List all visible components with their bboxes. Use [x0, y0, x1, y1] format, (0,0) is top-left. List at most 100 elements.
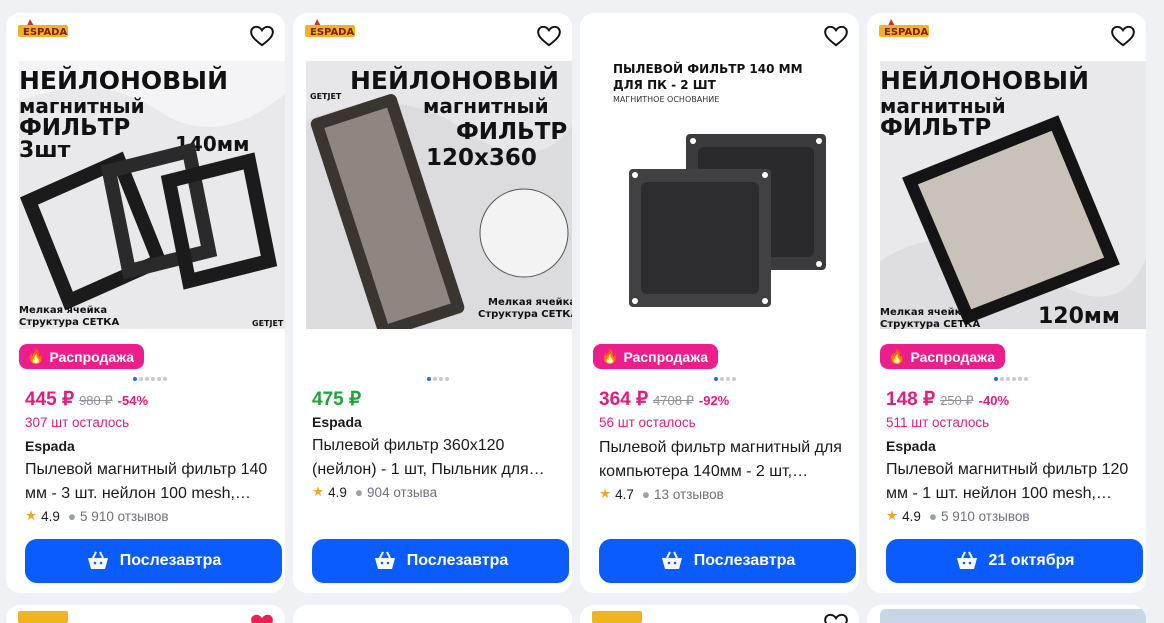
image-pager-dots[interactable] — [427, 377, 449, 381]
photo-line3: ФИЛЬТР — [456, 119, 567, 145]
product-card-next[interactable] — [580, 605, 859, 623]
add-to-cart-button[interactable]: Послезавтра — [312, 539, 569, 583]
basket-icon — [661, 551, 682, 569]
stock-left: 307 шт осталось — [25, 415, 130, 430]
favorite-heart-icon[interactable] — [536, 23, 562, 49]
favorite-heart-icon[interactable] — [1110, 23, 1136, 49]
product-image[interactable]: ПЫЛЕВОЙ ФИЛЬТР 140 ММ ДЛЯ ПК - 2 ШТ МАГН… — [593, 61, 859, 329]
photo-line1: НЕЙЛОНОВЫЙ — [19, 66, 228, 95]
rating: ★ 4.9 ● 5 910 отзывов — [25, 508, 169, 524]
reviews-count[interactable]: 5 910 отзывов — [80, 509, 169, 524]
photo-note2: Структура СЕТКА — [478, 309, 572, 320]
brand[interactable]: Espada — [312, 414, 362, 430]
photo-size: 120x360 — [426, 145, 537, 171]
espada-logo — [592, 611, 642, 623]
star-icon: ★ — [25, 508, 38, 523]
product-card[interactable]: ESPADA НЕЙЛОНОВЫЙ магнитный ФИЛЬТР 3шт 1… — [6, 13, 285, 593]
product-card[interactable]: ESPADA НЕЙЛОНОВЫЙ магнитный ФИЛЬТР 120x3… — [293, 13, 572, 593]
svg-text:ESPADA: ESPADA — [23, 27, 67, 38]
product-title[interactable]: Пылевой магнитный фильтр 140 мм - 3 шт. … — [25, 458, 280, 506]
reviews-count[interactable]: 904 отзыва — [367, 485, 437, 500]
photo-note2: Структура СЕТКА — [19, 317, 119, 328]
product-title[interactable]: Пылевой фильтр магнитный для компьютера … — [599, 436, 854, 484]
add-to-cart-button[interactable]: 21 октября — [886, 539, 1143, 583]
price-row: 148 ₽ 250 ₽ -40% — [886, 388, 1009, 411]
rating-value: 4.9 — [41, 508, 60, 524]
old-price: 4708 ₽ — [653, 393, 694, 408]
rating: ★ 4.7 ● 13 отзывов — [599, 486, 724, 502]
image-pager-dots[interactable] — [994, 377, 1028, 381]
product-grid: ESPADA НЕЙЛОНОВЫЙ магнитный ФИЛЬТР 3шт 1… — [0, 0, 1164, 623]
favorite-heart-icon[interactable] — [823, 611, 849, 623]
comment-icon: ● — [641, 486, 651, 502]
basket-icon — [956, 551, 977, 569]
product-title[interactable]: Пылевой фильтр 360x120 (нейлон) - 1 шт, … — [312, 434, 567, 482]
photo-note1: Мелкая ячейка — [488, 297, 572, 308]
product-card-next[interactable] — [867, 605, 1146, 623]
brand[interactable]: Espada — [25, 438, 75, 454]
delivery-date: Послезавтра — [406, 552, 509, 569]
photo-line3: МАГНИТНОЕ ОСНОВАНИЕ — [613, 95, 719, 104]
product-card[interactable]: ПЫЛЕВОЙ ФИЛЬТР 140 ММ ДЛЯ ПК - 2 ШТ МАГН… — [580, 13, 859, 593]
reviews-count[interactable]: 13 отзывов — [654, 487, 724, 502]
svg-text:ESPADA: ESPADA — [884, 27, 928, 38]
product-image[interactable]: НЕЙЛОНОВЫЙ магнитный ФИЛЬТР 3шт 140мм Ме… — [19, 61, 285, 329]
rating-value: 4.9 — [902, 508, 921, 524]
basket-icon — [87, 551, 108, 569]
product-image[interactable]: НЕЙЛОНОВЫЙ магнитный ФИЛЬТР Мелкая ячейк… — [880, 61, 1146, 329]
delivery-date: Послезавтра — [693, 552, 796, 569]
photo-line4: 3шт — [19, 138, 71, 163]
star-icon: ★ — [886, 508, 899, 523]
product-image[interactable] — [880, 609, 1146, 623]
image-pager-dots[interactable] — [714, 377, 736, 381]
espada-logo: ESPADA — [305, 19, 355, 38]
rating-value: 4.7 — [615, 486, 634, 502]
fire-icon: 🔥 — [888, 348, 906, 364]
discount: -92% — [698, 393, 730, 408]
photo-line2: магнитный — [423, 94, 549, 118]
basket-icon — [374, 551, 395, 569]
price: 475 ₽ — [312, 389, 362, 410]
product-card-next[interactable] — [6, 605, 285, 623]
favorite-heart-icon[interactable] — [249, 23, 275, 49]
rating: ★ 4.9 ● 904 отзыва — [312, 484, 437, 500]
photo-maker: GETJET — [252, 319, 284, 328]
price: 148 ₽ — [886, 389, 936, 410]
stock-left: 56 шт осталось — [599, 415, 696, 430]
image-pager-dots[interactable] — [133, 377, 167, 381]
add-to-cart-button[interactable]: Послезавтра — [25, 539, 282, 583]
product-card[interactable]: ESPADA НЕЙЛОНОВЫЙ магнитный ФИЛЬТР Мелка… — [867, 13, 1146, 593]
star-icon: ★ — [599, 486, 612, 501]
sale-badge: 🔥 Распродажа — [19, 344, 145, 369]
product-image[interactable]: НЕЙЛОНОВЫЙ магнитный ФИЛЬТР 120x360 Мелк… — [306, 61, 572, 329]
rating: ★ 4.9 ● 5 910 отзывов — [886, 508, 1030, 524]
photo-size: 120мм — [1038, 304, 1120, 329]
product-card-next[interactable] — [293, 605, 572, 623]
delivery-date: 21 октября — [988, 552, 1075, 569]
favorite-heart-icon[interactable] — [823, 23, 849, 49]
photo-line1: НЕЙЛОНОВЫЙ — [880, 66, 1089, 95]
sale-label: Распродажа — [623, 348, 709, 365]
photo-line1: НЕЙЛОНОВЫЙ — [350, 66, 559, 95]
sale-badge: 🔥 Распродажа — [593, 344, 719, 369]
price: 364 ₽ — [599, 389, 649, 410]
discount: -54% — [117, 393, 149, 408]
photo-note2: Структура СЕТКА — [880, 319, 980, 329]
star-icon: ★ — [312, 484, 325, 499]
photo-note1: Мелкая ячейка — [19, 305, 107, 316]
favorite-heart-filled-icon[interactable] — [249, 611, 275, 623]
brand[interactable]: Espada — [886, 438, 936, 454]
fire-icon: 🔥 — [27, 348, 45, 364]
sale-badge: 🔥 Распродажа — [880, 344, 1006, 369]
espada-logo: ESPADA — [879, 19, 929, 38]
photo-maker: GETJET — [310, 92, 342, 101]
reviews-count[interactable]: 5 910 отзывов — [941, 509, 1030, 524]
rating-value: 4.9 — [328, 484, 347, 500]
old-price: 250 ₽ — [940, 393, 974, 408]
add-to-cart-button[interactable]: Послезавтра — [599, 539, 856, 583]
svg-text:ESPADA: ESPADA — [310, 27, 354, 38]
product-title[interactable]: Пылевой магнитный фильтр 120 мм - 1 шт. … — [886, 458, 1141, 506]
delivery-date: Послезавтра — [119, 552, 222, 569]
price-row: 445 ₽ 980 ₽ -54% — [25, 388, 148, 411]
comment-icon: ● — [354, 484, 364, 500]
